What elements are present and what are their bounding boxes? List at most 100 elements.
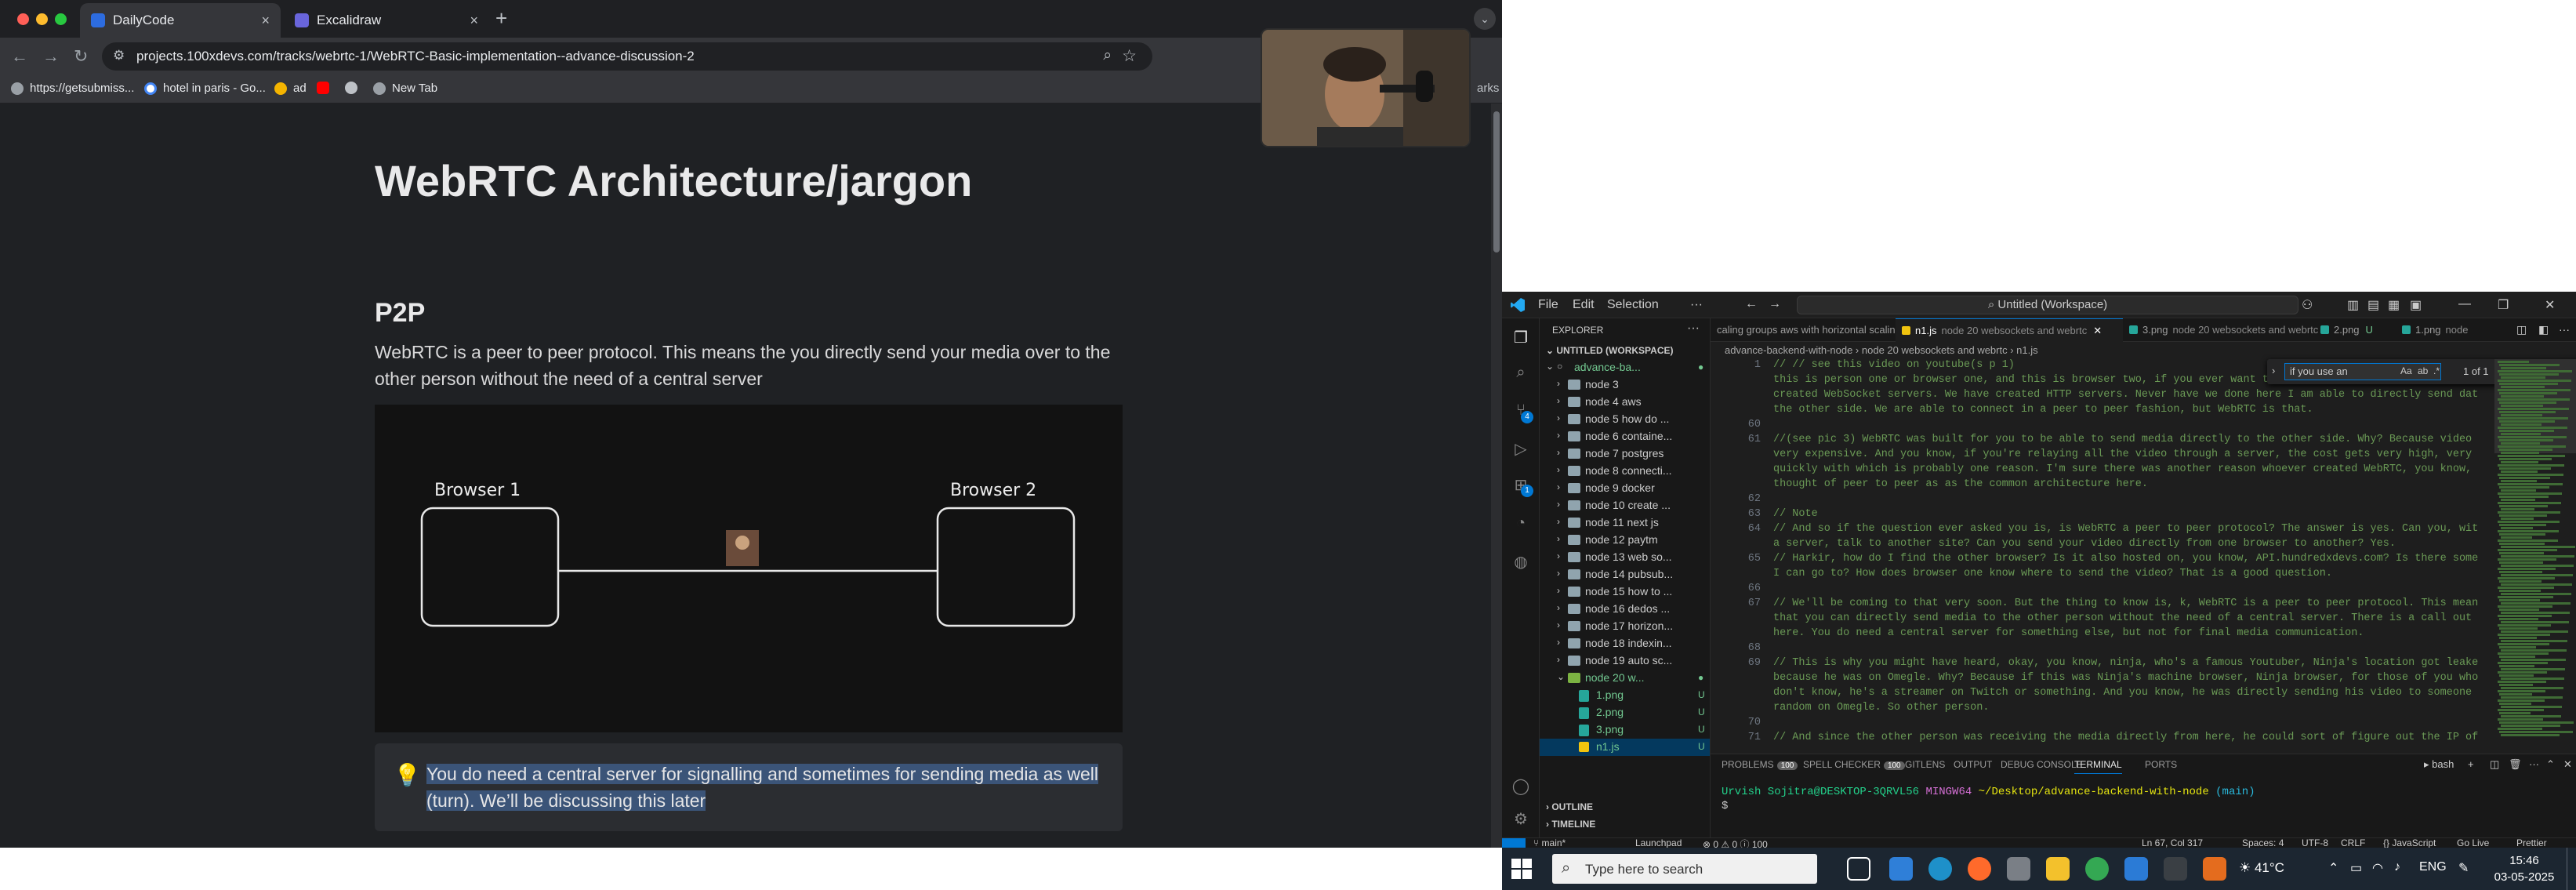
tree-item[interactable]: 2.png U — [1540, 704, 1710, 721]
terminal-app-icon[interactable] — [2203, 857, 2226, 881]
panel-tab-gitlens[interactable]: GITLENS — [1905, 759, 1945, 770]
code-line[interactable]: because he was on Omegle. Why? Because i… — [1773, 672, 2479, 684]
code-line[interactable]: I can go to? How does browser one know w… — [1773, 568, 2479, 579]
tray-overflow-icon[interactable]: ⌃ — [2328, 860, 2338, 876]
tree-item[interactable]: ⌄ ○ advance-ba... ● — [1540, 359, 1710, 376]
code-line[interactable]: the other side. We are able to connect i… — [1773, 404, 2479, 416]
whole-word-icon[interactable]: ab — [2418, 365, 2428, 376]
language-indicator[interactable]: ENG — [2419, 860, 2447, 874]
code-line[interactable]: that you can directly send media to the … — [1773, 612, 2479, 624]
code-line[interactable]: don't know, he's a streamer on Twitch or… — [1773, 687, 2479, 699]
kill-terminal-icon[interactable]: 🗑 — [2509, 758, 2522, 771]
tree-item[interactable]: › node 17 horizon... — [1540, 618, 1710, 635]
back-icon[interactable]: ← — [11, 46, 28, 67]
code-line[interactable]: random on Omegle. So other person. — [1773, 702, 2479, 714]
status-indentation[interactable]: Spaces: 4 — [2242, 837, 2284, 848]
volume-icon[interactable]: ♪ — [2394, 860, 2400, 874]
tree-item[interactable]: › node 5 how do ... — [1540, 411, 1710, 428]
tab-search-icon[interactable]: ⌄ — [1474, 8, 1496, 30]
code-line[interactable]: //(see pic 3) WebRTC was built for you t… — [1773, 434, 2479, 445]
status-eol[interactable]: CRLF — [2341, 837, 2365, 848]
restore-icon[interactable]: ❐ — [2498, 297, 2509, 313]
file-explorer-app-icon[interactable] — [2046, 857, 2070, 881]
timeline-section[interactable]: › TIMELINE — [1546, 819, 1595, 830]
code-line[interactable]: // And since the other person was receiv… — [1773, 732, 2479, 743]
close-icon[interactable]: ✕ — [2545, 297, 2555, 313]
menu-selection[interactable]: Selection — [1607, 298, 1659, 312]
panel-tab-spell-checker[interactable]: SPELL CHECKER 100 — [1803, 759, 1905, 770]
nav-back-icon[interactable]: ← — [1745, 297, 1758, 311]
status-encoding[interactable]: UTF-8 — [2302, 837, 2328, 848]
tree-item[interactable]: 3.png U — [1540, 721, 1710, 739]
menu-more[interactable]: ··· — [1690, 298, 1703, 312]
manage-gear-icon[interactable]: ⚙ — [1511, 809, 1530, 828]
panel-tab-terminal[interactable]: TERMINAL — [2074, 759, 2122, 774]
customize-layout-icon[interactable]: ▣ — [2410, 297, 2422, 313]
tree-item[interactable]: › node 12 paytm — [1540, 532, 1710, 549]
panel-tab-ports[interactable]: PORTS — [2145, 759, 2177, 770]
copilot-icon[interactable]: ⚇ — [2302, 297, 2313, 313]
notes-app-icon[interactable] — [2164, 857, 2187, 881]
status-language[interactable]: {} JavaScript — [2383, 837, 2436, 848]
callout-text[interactable]: You do need a central server for signall… — [426, 761, 1108, 814]
bookmark-star-icon[interactable]: ☆ — [1122, 46, 1137, 66]
tree-item[interactable]: › node 13 web so... — [1540, 549, 1710, 566]
search-icon[interactable]: ⌕ — [1511, 364, 1530, 383]
page-scrollbar[interactable] — [1491, 104, 1502, 848]
chrome-app-icon[interactable] — [2085, 857, 2109, 881]
code-line[interactable]: // We'll be coming to that very soon. Bu… — [1773, 598, 2479, 609]
tree-item[interactable]: › node 8 connecti... — [1540, 463, 1710, 480]
editor-tab-2-png[interactable]: 2.png U — [2314, 318, 2396, 342]
browser-tab-dailycode[interactable]: DailyCode × — [80, 3, 281, 38]
code-line[interactable]: // This is why you might have heard, oka… — [1773, 657, 2479, 669]
new-tab-icon[interactable]: + — [495, 6, 507, 31]
code-line[interactable]: very expensive. And you know, if you're … — [1773, 449, 2479, 460]
tree-item[interactable]: › node 11 next js — [1540, 514, 1710, 532]
close-tab-icon[interactable]: × — [470, 13, 478, 29]
compare-icon[interactable]: ◧ — [2538, 323, 2549, 336]
status-problems[interactable]: ⊗ 0 ⚠ 0 ⓘ 100 — [1703, 837, 1768, 848]
windows-start-icon[interactable] — [1511, 859, 1532, 879]
gitlens-icon[interactable]: ◔ — [1511, 514, 1530, 533]
panel-tab-debug-console[interactable]: DEBUG CONSOLE — [2001, 759, 2083, 770]
status-go-live[interactable]: Go Live — [2457, 837, 2489, 848]
battery-icon[interactable]: ▭ — [2350, 860, 2362, 876]
tree-item[interactable]: 1.png U — [1540, 687, 1710, 704]
code-line[interactable]: created WebSocket servers. We have creat… — [1773, 389, 2479, 401]
zoom-window-button[interactable] — [55, 13, 67, 25]
zoom-icon[interactable]: ⌕ — [1103, 47, 1112, 64]
split-editor-icon[interactable]: ◫ — [2516, 323, 2527, 336]
remote-explorer-icon[interactable]: ◍ — [1511, 552, 1530, 571]
tree-item[interactable]: › node 19 auto sc... — [1540, 652, 1710, 670]
panel-tab-output[interactable]: OUTPUT — [1954, 759, 1992, 770]
settings-app-icon[interactable] — [2007, 857, 2030, 881]
toggle-replace-icon[interactable]: › — [2272, 365, 2275, 376]
terminal-output-line[interactable]: Urvish Sojitra@DESKTOP-3QRVL56 MINGW64 ~… — [1722, 786, 2255, 798]
maximize-panel-icon[interactable]: ⌃ — [2546, 758, 2555, 771]
tree-item[interactable]: › node 7 postgres — [1540, 445, 1710, 463]
editor-tab-1-png[interactable]: 1.png node — [2396, 318, 2471, 342]
address-bar[interactable]: ⚙ projects.100xdevs.com/tracks/webrtc-1/… — [102, 42, 1152, 71]
taskbar-search-box[interactable]: ⌕ Type here to search — [1552, 854, 1817, 884]
edge-app-icon[interactable] — [1928, 857, 1952, 881]
code-line[interactable]: quickly with which is probably one reaso… — [1773, 463, 2479, 475]
all-bookmarks-link[interactable]: arks — [1477, 82, 1499, 95]
panel-more-icon[interactable]: ··· — [2529, 758, 2539, 770]
code-line[interactable]: // Harkir, how do I find the other brows… — [1773, 553, 2479, 565]
minimize-window-button[interactable] — [36, 13, 48, 25]
menu-edit[interactable]: Edit — [1573, 298, 1595, 312]
toggle-secondary-sidebar-icon[interactable]: ▦ — [2388, 297, 2400, 313]
selected-text[interactable]: You do need a central server for signall… — [426, 764, 1099, 811]
status-launchpad[interactable]: Launchpad — [1635, 837, 1682, 848]
toggle-sidebar-icon[interactable]: ▥ — [2347, 297, 2359, 313]
run-debug-icon[interactable]: ▷ — [1511, 439, 1530, 458]
wifi-icon[interactable]: ◠ — [2372, 860, 2383, 876]
command-center-search[interactable]: ⌕ Untitled (Workspace) — [1797, 296, 2298, 314]
toggle-panel-icon[interactable]: ▤ — [2367, 297, 2379, 313]
tree-item[interactable]: › node 9 docker — [1540, 480, 1710, 497]
nav-forward-icon[interactable]: → — [1769, 297, 1781, 311]
task-view-icon[interactable] — [1847, 857, 1870, 881]
editor-tab-3-png[interactable]: 3.png node 20 websockets and webrtc — [2123, 318, 2318, 342]
close-tab-icon[interactable]: ✕ — [2093, 325, 2102, 336]
code-editor[interactable]: 1// // see this video on youtube(s p 1) t… — [1711, 359, 2494, 754]
